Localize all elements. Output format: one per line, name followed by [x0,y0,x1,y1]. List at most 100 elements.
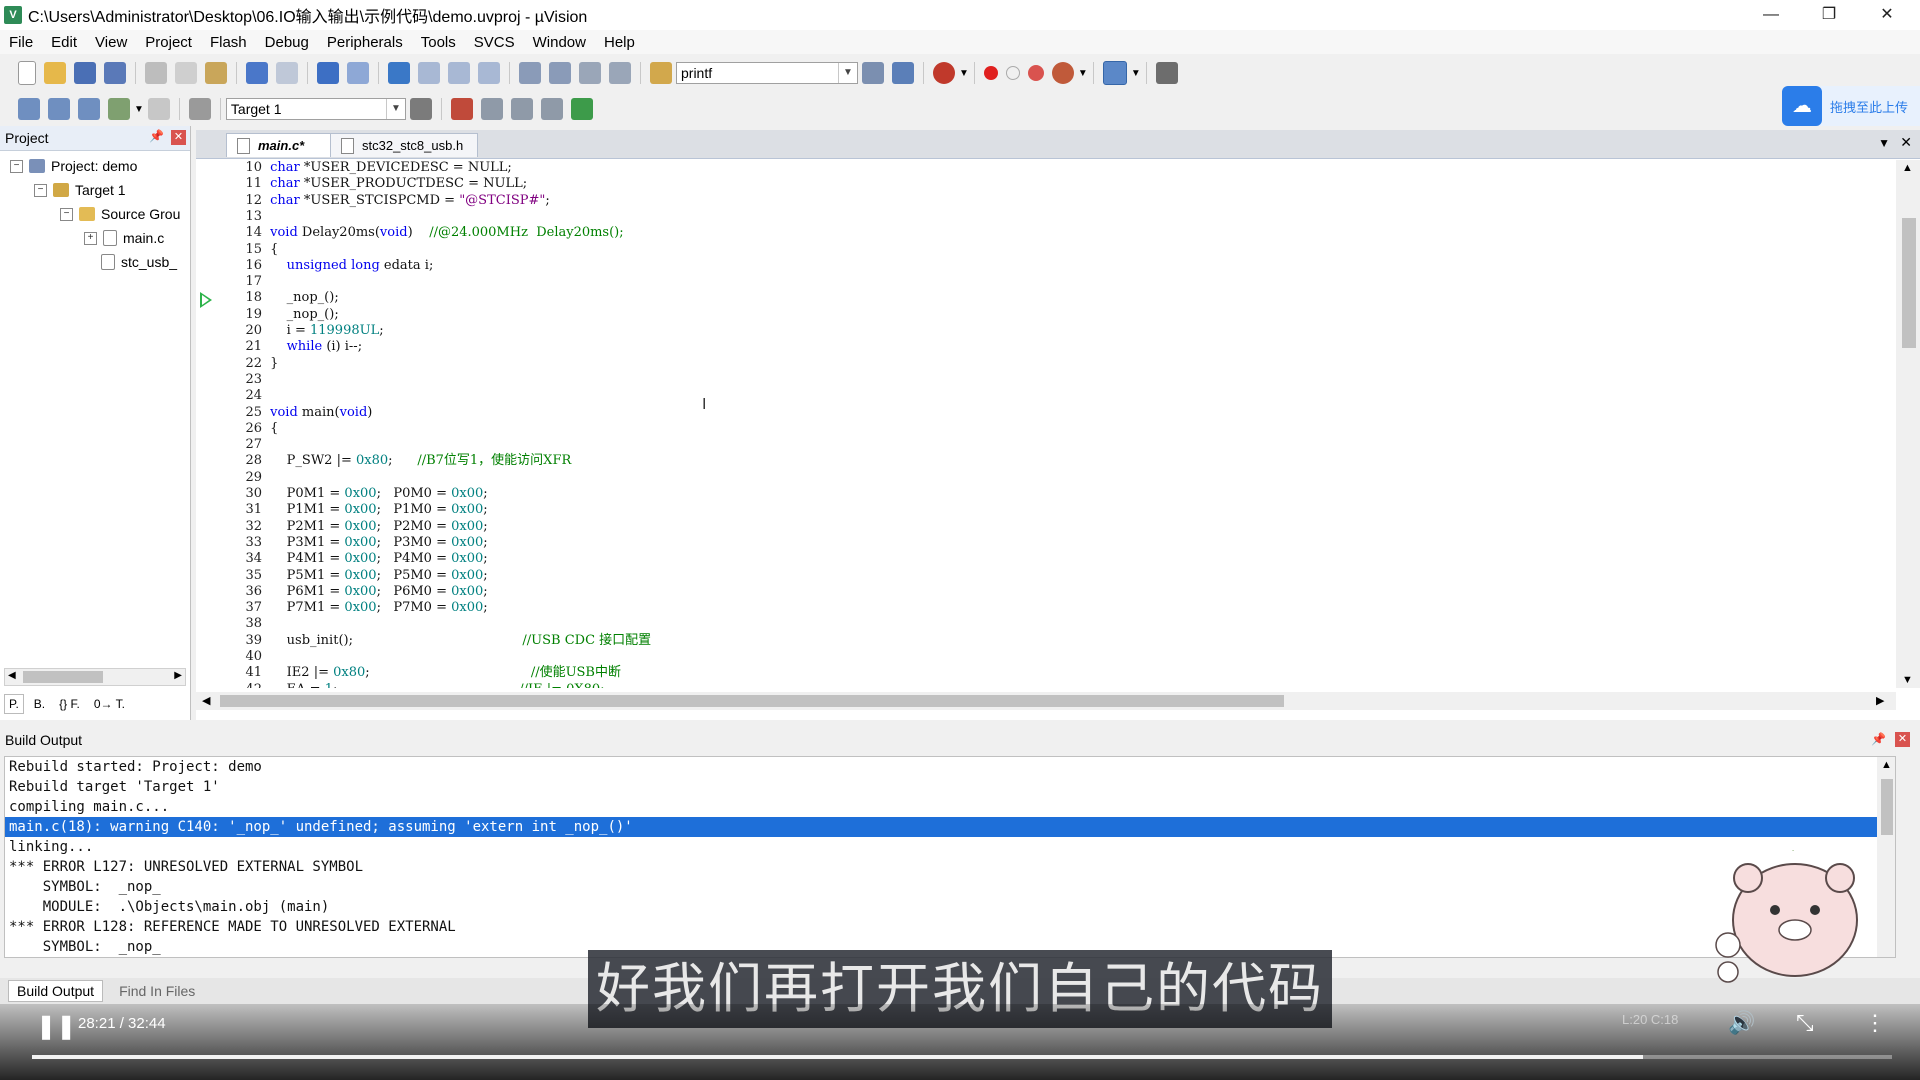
code-line[interactable]: 21 while (i) i--; [196,339,362,355]
tab-books[interactable]: B. [30,695,49,713]
code-line[interactable]: 26 { [196,421,278,437]
scrollbar-thumb[interactable] [1902,218,1916,348]
code-line[interactable]: 18 _nop_(); [196,290,338,306]
volume-icon[interactable]: 🔊 [1728,1010,1755,1036]
code-line[interactable]: 10 char *USER_DEVICEDESC = NULL; [196,160,511,176]
code-line[interactable]: 30 P0M1 = 0x00; P0M0 = 0x00; [196,486,487,502]
menu-project[interactable]: Project [136,34,201,51]
upload-widget[interactable]: ☁ 拖拽至此上传 [1782,86,1920,126]
menu-file[interactable]: File [0,34,42,51]
code-line[interactable]: 13 [196,209,270,225]
code-line[interactable]: 25 void main(void) [196,405,372,421]
code-line[interactable]: 27 [196,437,270,453]
bookmark-icon[interactable] [388,62,410,84]
build-vscrollbar[interactable]: ▲ [1877,757,1895,957]
scroll-right-icon[interactable]: ▶ [174,670,182,681]
code-line[interactable]: 17 [196,274,270,290]
navigate-back-icon[interactable] [317,62,339,84]
manage-project-items-icon[interactable] [480,98,503,120]
disable-breakpoint-icon[interactable] [1005,66,1020,80]
indent-icon[interactable] [519,62,541,84]
build-line-selected[interactable]: main.c(18): warning C140: '_nop_' undefi… [5,817,1895,837]
tab-functions[interactable]: {} F. [55,695,84,713]
tree-item-project[interactable]: − Project: demo [10,154,137,178]
window-layout-icon[interactable] [1102,61,1127,85]
cloud-upload-icon[interactable]: ☁ [1782,86,1822,126]
chevron-down-icon[interactable]: ▼ [134,104,144,115]
code-line[interactable]: 11 char *USER_PRODUCTDESC = NULL; [196,176,527,192]
scroll-left-icon[interactable]: ◀ [8,670,16,681]
tree-item-source-group[interactable]: − Source Grou [60,202,180,226]
debug-windows-icon[interactable] [1051,62,1074,84]
code-line[interactable]: 42 EA = 1; //IE |= 0X80; [196,682,604,688]
code-line[interactable]: 19 _nop_(); [196,307,338,323]
tree-item-main-c[interactable]: + main.c [84,226,164,250]
translate-icon[interactable] [18,98,40,120]
code-line[interactable]: 37 P7M1 = 0x00; P7M0 = 0x00; [196,600,487,616]
menu-help[interactable]: Help [595,34,644,51]
unindent-icon[interactable] [549,62,571,84]
configure-icon[interactable] [1155,62,1178,84]
exit-fullscreen-icon[interactable]: ⤡ [1796,1010,1814,1036]
save-all-icon[interactable] [104,62,126,84]
code-line[interactable]: 15 { [196,242,278,258]
tab-find-in-files[interactable]: Find In Files [111,981,203,1001]
prev-bookmark-icon[interactable] [418,62,440,84]
redo-icon[interactable] [276,62,298,84]
clear-bookmarks-icon[interactable] [478,62,500,84]
code-line[interactable]: 39 usb_init(); //USB CDC 接口配置 [196,633,651,649]
scroll-up-icon[interactable]: ▲ [1881,759,1892,771]
scroll-down-icon[interactable]: ▼ [1902,674,1913,686]
tree-item-stc-usb[interactable]: stc_usb_ [101,250,177,274]
menu-view[interactable]: View [86,34,136,51]
scroll-left-icon[interactable]: ◀ [202,694,210,707]
scrollbar-thumb[interactable] [23,671,103,683]
close-icon[interactable]: ✕ [1895,732,1910,747]
tab-templates[interactable]: 0→ T. [90,695,129,713]
code-line[interactable]: 20 i = 119998UL; [196,323,383,339]
code-line[interactable]: 22 } [196,356,278,372]
code-area[interactable]: 10 char *USER_DEVICEDESC = NULL; 11 char … [196,160,1896,688]
scrollbar-thumb[interactable] [1881,779,1893,835]
project-hscrollbar[interactable]: ◀ ▶ [4,668,186,686]
tab-main-c[interactable]: main.c* [226,133,336,157]
close-icon[interactable]: ✕ [171,130,186,145]
build-icon[interactable] [48,98,70,120]
code-line[interactable]: 35 P5M1 = 0x00; P5M0 = 0x00; [196,568,487,584]
menu-debug[interactable]: Debug [256,34,318,51]
target-options-icon[interactable] [409,98,432,120]
stop-build-icon[interactable] [147,98,170,120]
collapse-icon[interactable]: − [34,183,47,197]
new-file-icon[interactable] [18,61,36,85]
collapse-icon[interactable]: − [10,159,23,173]
manage-components-icon[interactable] [450,98,473,120]
next-bookmark-icon[interactable] [448,62,470,84]
collapse-icon[interactable]: − [60,207,73,221]
code-line[interactable]: 33 P3M1 = 0x00; P3M0 = 0x00; [196,535,487,551]
more-options-icon[interactable]: ⋮ [1864,1010,1886,1036]
chevron-down-icon[interactable]: ▼ [959,68,969,79]
code-line[interactable]: 28 P_SW2 |= 0x80; //B7位写1，使能访问XFR [196,453,571,469]
cut-icon[interactable] [145,62,167,84]
kill-breakpoints-icon[interactable] [1027,65,1044,81]
pause-button[interactable]: ❚❚ [36,1012,76,1040]
chevron-down-icon[interactable]: ▼ [385,99,405,119]
menu-svcs[interactable]: SVCS [465,34,524,51]
scroll-up-icon[interactable]: ▲ [1902,162,1913,174]
download-load-icon[interactable] [188,98,211,120]
code-line[interactable]: 12 char *USER_STCISPCMD = "@STCISP#"; [196,193,549,209]
open-folder-icon[interactable] [44,62,66,84]
debug-session-icon[interactable] [933,62,955,84]
incremental-find-icon[interactable] [892,62,914,84]
comment-icon[interactable] [579,62,601,84]
batch-build-icon[interactable] [108,98,130,120]
menu-tools[interactable]: Tools [412,34,465,51]
menu-peripherals[interactable]: Peripherals [318,34,412,51]
menu-edit[interactable]: Edit [42,34,86,51]
code-line[interactable]: 31 P1M1 = 0x00; P1M0 = 0x00; [196,502,487,518]
code-line[interactable]: 32 P2M1 = 0x00; P2M0 = 0x00; [196,519,487,535]
code-line[interactable]: 34 P4M1 = 0x00; P4M0 = 0x00; [196,551,487,567]
tab-stc32-usb-h[interactable]: stc32_stc8_usb.h [330,133,478,157]
code-line[interactable]: 41 IE2 |= 0x80; //使能USB中断 [196,665,621,681]
close-button[interactable]: ✕ [1864,0,1910,30]
